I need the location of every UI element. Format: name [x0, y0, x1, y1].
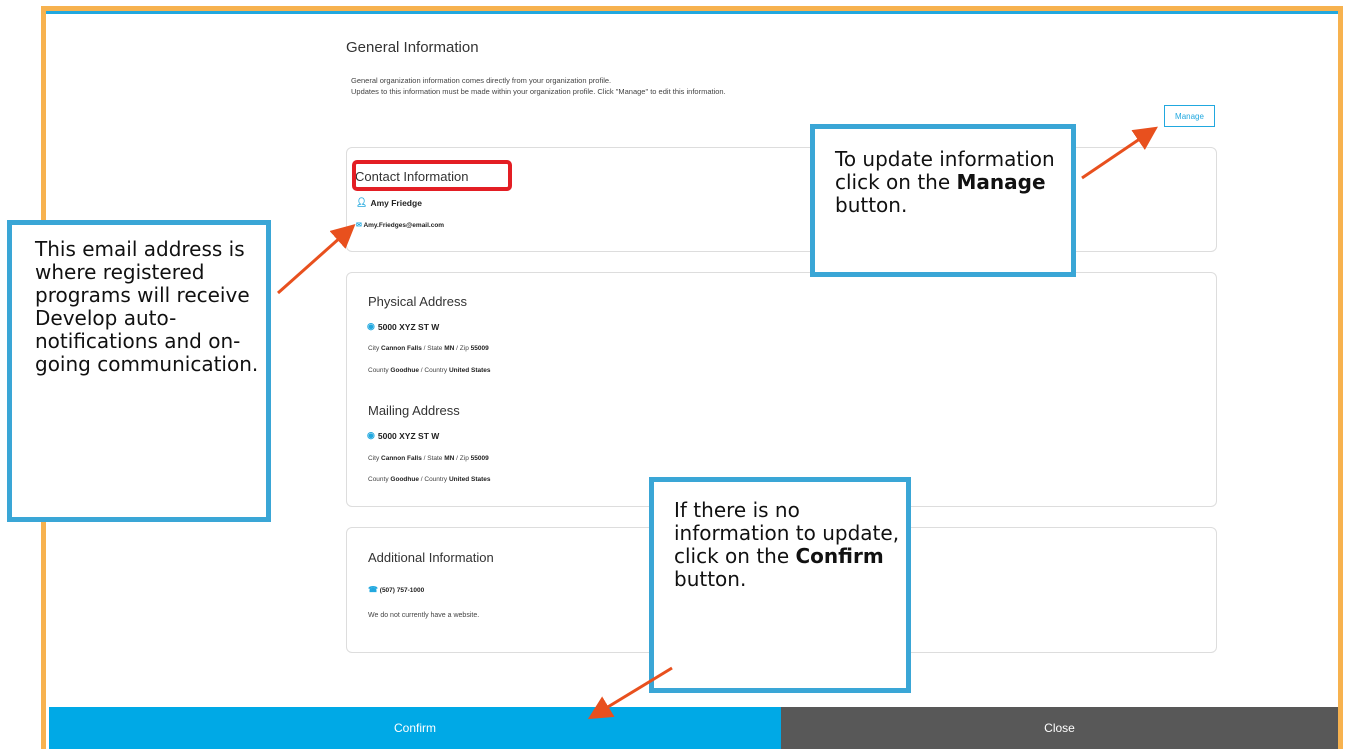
manage-callout-tail: button.	[835, 193, 908, 217]
phone-row: ☎ (507) 757-1000	[368, 585, 424, 594]
contact-heading-highlight	[352, 160, 512, 191]
contact-name: Amy Friedge	[370, 197, 422, 208]
physical-county-row: County Goodhue / Country United States	[368, 367, 491, 374]
zip-label: Zip	[459, 455, 469, 462]
state-value: MN	[444, 455, 455, 462]
manage-callout: To update information click on the Manag…	[810, 124, 1076, 277]
website-note: We do not currently have a website.	[368, 612, 480, 619]
page-title: General Information	[346, 39, 479, 56]
county-label: County	[368, 367, 389, 374]
country-label: Country	[424, 476, 448, 483]
country-label: Country	[424, 367, 448, 374]
contact-email[interactable]: Amy.Friedges@email.com	[363, 222, 444, 229]
physical-address-heading: Physical Address	[368, 294, 467, 309]
map-pin-icon: ◉	[367, 430, 375, 440]
mailing-address-heading: Mailing Address	[368, 403, 460, 418]
close-button[interactable]: Close	[781, 707, 1338, 749]
zip-value: 55009	[470, 345, 489, 352]
confirm-callout-tail: button.	[674, 567, 747, 591]
email-callout-text: This email address is where registered p…	[35, 237, 259, 376]
mailing-city-row: City Cannon Falls / State MN / Zip 55009	[368, 455, 489, 462]
state-label: State	[427, 455, 443, 462]
envelope-icon: ✉	[356, 222, 362, 229]
city-label: City	[368, 345, 380, 352]
state-value: MN	[444, 345, 455, 352]
contact-name-row: 👤︎ Amy Friedge	[356, 197, 422, 208]
mailing-county-row: County Goodhue / Country United States	[368, 476, 491, 483]
top-accent-line	[46, 11, 1338, 14]
confirm-callout-bold: Confirm	[795, 544, 884, 568]
physical-city-row: City Cannon Falls / State MN / Zip 55009	[368, 345, 489, 352]
manage-button[interactable]: Manage	[1164, 105, 1215, 127]
confirm-button[interactable]: Confirm	[49, 707, 781, 749]
phone-number: (507) 757-1000	[379, 587, 425, 594]
city-value: Cannon Falls	[381, 345, 422, 352]
description-line-2: Updates to this information must be made…	[351, 87, 726, 96]
country-value: United States	[448, 476, 491, 483]
country-value: United States	[448, 367, 491, 374]
zip-value: 55009	[470, 455, 489, 462]
mailing-street: 5000 XYZ ST W	[377, 430, 440, 441]
county-value: Goodhue	[390, 476, 419, 483]
mailing-street-row: ◉ 5000 XYZ ST W	[367, 430, 439, 441]
email-callout: This email address is where registered p…	[7, 220, 271, 522]
physical-street: 5000 XYZ ST W	[377, 321, 440, 332]
additional-heading: Additional Information	[368, 550, 494, 565]
page-description: General organization information comes d…	[351, 75, 726, 97]
city-value: Cannon Falls	[381, 455, 422, 462]
person-icon: 👤︎	[356, 197, 368, 207]
city-label: City	[368, 455, 380, 462]
address-card: Physical Address ◉ 5000 XYZ ST W City Ca…	[346, 272, 1217, 507]
county-value: Goodhue	[390, 367, 419, 374]
manage-callout-bold: Manage	[956, 170, 1046, 194]
physical-street-row: ◉ 5000 XYZ ST W	[367, 321, 439, 332]
description-line-1: General organization information comes d…	[351, 76, 612, 85]
contact-email-row: ✉ Amy.Friedges@email.com	[356, 221, 444, 229]
state-label: State	[427, 345, 443, 352]
county-label: County	[368, 476, 389, 483]
map-pin-icon: ◉	[367, 321, 375, 331]
confirm-callout: If there is no information to update, cl…	[649, 477, 911, 693]
phone-icon: ☎	[368, 585, 378, 594]
zip-label: Zip	[459, 345, 469, 352]
